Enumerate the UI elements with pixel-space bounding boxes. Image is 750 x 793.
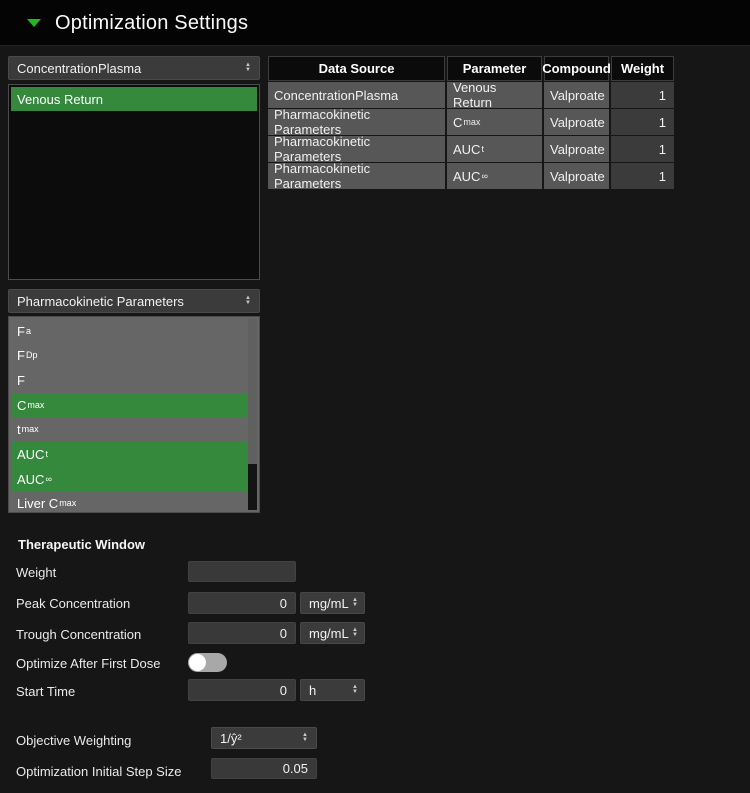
table-cell-data-source: ConcentrationPlasma — [268, 82, 445, 108]
table-cell-parameter: Cmax — [447, 109, 542, 135]
therapeutic-window-title: Therapeutic Window — [18, 537, 145, 552]
spinner-up-down-icon[interactable]: ▲▼ — [352, 628, 358, 638]
table-cell-weight[interactable]: 1 — [611, 163, 674, 189]
table-cell-parameter: AUCt — [447, 136, 542, 162]
trough-concentration-unit-select[interactable]: mg/mL ▲▼ — [300, 622, 365, 644]
data-source-combobox-value: ConcentrationPlasma — [17, 61, 245, 76]
column-header-data-source: Data Source — [268, 56, 445, 81]
spinner-up-down-icon[interactable]: ▲▼ — [352, 598, 358, 608]
pk-parameters-combobox-value: Pharmacokinetic Parameters — [17, 294, 245, 309]
data-source-combobox[interactable]: ConcentrationPlasma ▲▼ — [8, 56, 260, 80]
table-cell-weight[interactable]: 1 — [611, 82, 674, 108]
column-header-weight: Weight — [611, 56, 674, 81]
spinner-up-down-icon[interactable]: ▲▼ — [245, 296, 251, 306]
section-header: Optimization Settings — [0, 0, 750, 46]
optimize-after-first-dose-label: Optimize After First Dose — [16, 656, 160, 671]
optimization-targets-table: Data Source Parameter Compound Weight Co… — [268, 56, 674, 189]
peak-concentration-label: Peak Concentration — [16, 596, 130, 611]
collapse-triangle-icon[interactable] — [27, 19, 41, 27]
weight-input[interactable] — [188, 561, 296, 582]
list-item-venous-return[interactable]: Venous Return — [11, 87, 257, 111]
start-time-label: Start Time — [16, 684, 75, 699]
table-cell-compound: Valproate — [544, 136, 609, 162]
table-cell-compound: Valproate — [544, 82, 609, 108]
spinner-up-down-icon[interactable]: ▲▼ — [302, 733, 308, 743]
column-header-compound: Compound — [544, 56, 609, 81]
list-item-cmax[interactable]: Cmax — [11, 393, 247, 418]
trough-concentration-input[interactable] — [188, 622, 296, 644]
scrollbar-track[interactable] — [248, 319, 257, 510]
spinner-up-down-icon[interactable]: ▲▼ — [245, 63, 251, 73]
start-time-unit-select[interactable]: h ▲▼ — [300, 679, 365, 701]
list-item-f[interactable]: F — [11, 368, 247, 393]
objective-weighting-combobox[interactable]: 1/ŷ² ▲▼ — [211, 727, 317, 749]
table-cell-compound: Valproate — [544, 163, 609, 189]
table-cell-data-source: Pharmacokinetic Parameters — [268, 163, 445, 189]
list-item-tmax[interactable]: tmax — [11, 418, 247, 443]
list-item-liver-cmax[interactable]: Liver Cmax — [11, 491, 247, 513]
optimize-after-first-dose-toggle[interactable] — [188, 653, 227, 672]
optimization-settings-panel: Optimization Settings ConcentrationPlasm… — [0, 0, 750, 793]
initial-step-size-input[interactable] — [211, 758, 317, 779]
pk-parameters-list[interactable]: Fa FDp F Cmax tmax AUCt AUC∞ Liver Cmax — [8, 316, 260, 513]
table-cell-parameter: AUC∞ — [447, 163, 542, 189]
table-cell-parameter: Venous Return — [447, 82, 542, 108]
initial-step-size-label: Optimization Initial Step Size — [16, 764, 181, 779]
pk-parameters-combobox[interactable]: Pharmacokinetic Parameters ▲▼ — [8, 289, 260, 313]
list-item-fa[interactable]: Fa — [11, 319, 247, 344]
list-item-auct[interactable]: AUCt — [11, 442, 247, 467]
table-cell-data-source: Pharmacokinetic Parameters — [268, 136, 445, 162]
toggle-knob — [189, 654, 206, 671]
page-title: Optimization Settings — [55, 0, 248, 46]
data-source-output-list[interactable]: Venous Return — [8, 84, 260, 280]
peak-concentration-input[interactable] — [188, 592, 296, 614]
column-header-parameter: Parameter — [447, 56, 542, 81]
trough-concentration-label: Trough Concentration — [16, 627, 141, 642]
list-item-aucinf[interactable]: AUC∞ — [11, 467, 247, 492]
objective-weighting-label: Objective Weighting — [16, 733, 131, 748]
table-cell-weight[interactable]: 1 — [611, 109, 674, 135]
spinner-up-down-icon[interactable]: ▲▼ — [352, 685, 358, 695]
table-cell-weight[interactable]: 1 — [611, 136, 674, 162]
table-cell-data-source: Pharmacokinetic Parameters — [268, 109, 445, 135]
list-item-fdp[interactable]: FDp — [11, 344, 247, 369]
weight-label: Weight — [16, 565, 56, 580]
peak-concentration-unit-select[interactable]: mg/mL ▲▼ — [300, 592, 365, 614]
scrollbar-thumb[interactable] — [248, 319, 257, 464]
start-time-input[interactable] — [188, 679, 296, 701]
table-cell-compound: Valproate — [544, 109, 609, 135]
